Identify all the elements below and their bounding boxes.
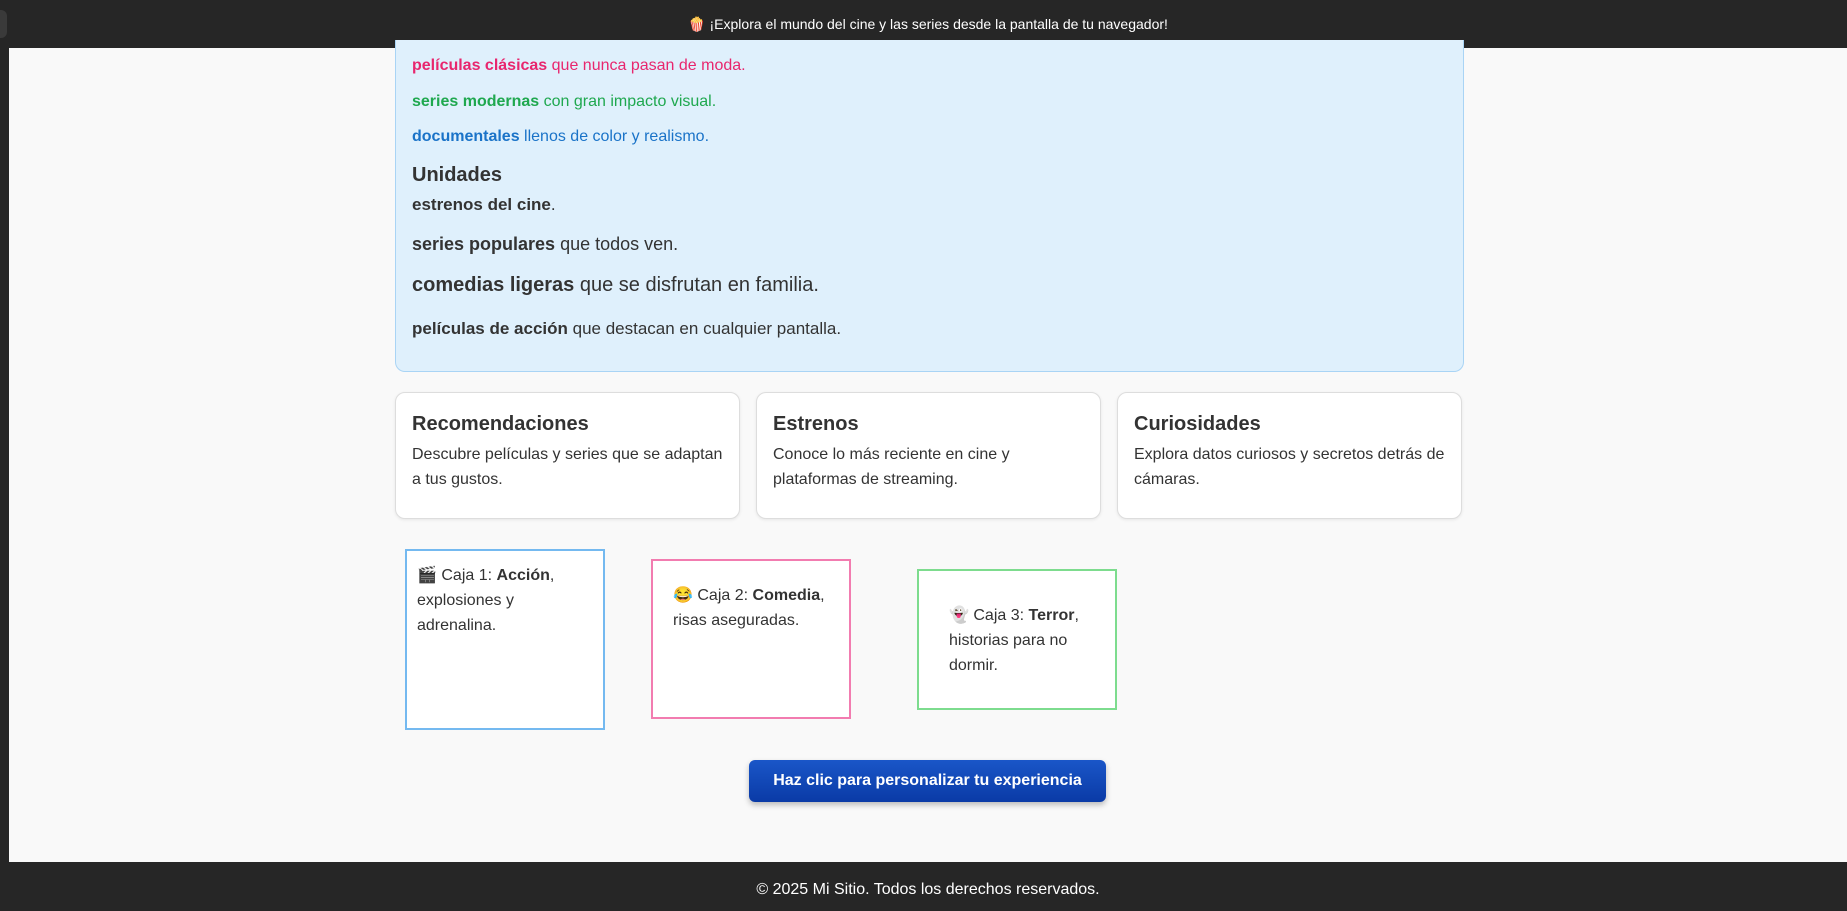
card-text: Conoce lo más reciente en cine y platafo…: [773, 446, 1010, 488]
unit-line-estrenos: estrenos del cine.: [412, 195, 556, 215]
footer: © 2025 Mi Sitio. Todos los derechos rese…: [9, 862, 1847, 911]
card-recomendaciones: Recomendaciones Descubre películas y ser…: [395, 392, 740, 519]
window-left-edge: [0, 0, 9, 911]
info-line-text: llenos de color y realismo.: [519, 128, 710, 145]
info-line-bold: documentales: [412, 128, 520, 145]
ghost-icon: 👻: [949, 607, 969, 624]
card-title: Estrenos: [773, 413, 859, 435]
info-line-text: que nunca pasan de moda.: [547, 57, 746, 74]
box-comedia: 😂 Caja 2: Comedia, risas aseguradas.: [651, 559, 851, 719]
box-label: Caja 3:: [968, 607, 1029, 624]
info-line-text: con gran impacto visual.: [539, 93, 717, 110]
unit-line-bold: comedias ligeras: [412, 274, 575, 296]
box-genre: Acción: [496, 567, 550, 584]
popcorn-icon: 🍿: [688, 15, 706, 32]
unit-line-text: que todos ven.: [555, 234, 679, 254]
card-title: Curiosidades: [1134, 413, 1261, 435]
unit-line-bold: series populares: [412, 234, 556, 254]
unit-line-bold: películas de acción: [412, 319, 568, 338]
unit-line-bold: estrenos del cine: [412, 195, 551, 214]
card-text: Descubre películas y series que se adapt…: [412, 446, 723, 488]
page-content: películas clásicas que nunca pasan de mo…: [9, 40, 1847, 862]
box-genre: Terror: [1028, 607, 1075, 624]
card-title: Recomendaciones: [412, 413, 589, 435]
window-edge-handle: [0, 10, 7, 38]
card-text: Explora datos curiosos y secretos detrás…: [1134, 446, 1445, 488]
unit-line-text: .: [550, 195, 556, 214]
info-line-clasicas: películas clásicas que nunca pasan de mo…: [412, 57, 746, 75]
info-line-documentales: documentales llenos de color y realismo.: [412, 128, 709, 146]
unit-line-series: series populares que todos ven.: [412, 234, 678, 255]
laughing-face-icon: 😂: [673, 587, 693, 604]
info-line-bold: series modernas: [412, 93, 540, 110]
unit-line-text: que se disfrutan en familia.: [574, 274, 819, 296]
unit-line-comedias: comedias ligeras que se disfrutan en fam…: [412, 274, 819, 297]
footer-copyright: © 2025 Mi Sitio. Todos los derechos rese…: [756, 880, 1100, 898]
card-estrenos: Estrenos Conoce lo más reciente en cine …: [756, 392, 1101, 519]
box-genre: Comedia: [752, 587, 821, 604]
card-curiosidades: Curiosidades Explora datos curiosos y se…: [1117, 392, 1462, 519]
unit-line-text: que destacan en cualquier pantalla.: [567, 319, 842, 338]
units-heading: Unidades: [412, 164, 503, 186]
box-accion: 🎬 Caja 1: Acción, explosiones y adrenali…: [405, 549, 605, 730]
info-line-modernas: series modernas con gran impacto visual.: [412, 93, 716, 111]
banner-text: ¡Explora el mundo del cine y las series …: [709, 16, 1168, 32]
box-label: Caja 2:: [692, 587, 753, 604]
box-terror: 👻 Caja 3: Terror, historias para no dorm…: [917, 569, 1117, 710]
unit-line-accion: películas de acción que destacan en cual…: [412, 319, 841, 339]
info-panel: películas clásicas que nunca pasan de mo…: [395, 40, 1464, 372]
info-line-bold: películas clásicas: [412, 57, 548, 74]
box-label: Caja 1:: [436, 567, 497, 584]
clapperboard-icon: 🎬: [417, 567, 437, 584]
personalize-button[interactable]: Haz clic para personalizar tu experienci…: [749, 760, 1106, 802]
